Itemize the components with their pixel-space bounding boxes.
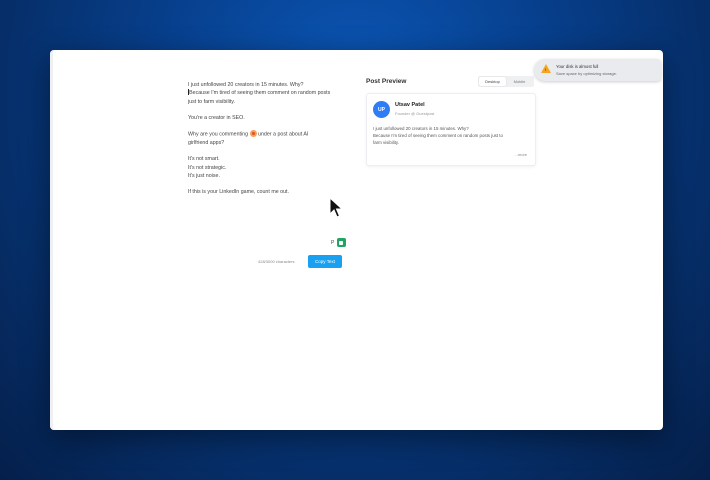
post-preview-card: UP Utsav Patel Founder @ Guestpost I jus… bbox=[366, 93, 536, 166]
notification-title: Your disk is almost full bbox=[556, 64, 599, 69]
warning-mark: ! bbox=[545, 67, 547, 72]
fire-emoji-icon bbox=[249, 130, 257, 138]
editor-paragraph-2: You're a creator in SEO. bbox=[188, 115, 245, 122]
post-editor[interactable]: I just unfollowed 20 creators in 15 minu… bbox=[188, 81, 358, 205]
editor-paragraph-1: I just unfollowed 20 creators in 15 minu… bbox=[188, 82, 331, 105]
disk-full-notification[interactable]: ! Your disk is almost full Save space by… bbox=[534, 59, 661, 81]
editor-paragraph-3: Why are you commenting under a post abou… bbox=[188, 130, 309, 147]
app-window: I just unfollowed 20 creators in 15 minu… bbox=[50, 50, 663, 430]
author-name: Utsav Patel bbox=[395, 102, 425, 108]
avatar: UP bbox=[373, 101, 390, 118]
device-toggle: Desktop Mobile bbox=[478, 76, 534, 87]
preview-title: Post Preview bbox=[366, 78, 407, 85]
meet-extension-icon[interactable] bbox=[337, 238, 346, 247]
character-count: 428/3000 characters bbox=[258, 259, 295, 264]
post-preview-text: I just unfollowed 20 creators in 15 minu… bbox=[373, 126, 503, 145]
p-extension-icon[interactable]: P bbox=[331, 240, 334, 246]
editor-paragraph-5: If this is your LinkedIn game, count me … bbox=[188, 189, 289, 196]
notification-body: Save space by optimizing storage. bbox=[556, 71, 617, 76]
mouse-pointer-icon bbox=[329, 197, 343, 218]
toggle-mobile[interactable]: Mobile bbox=[506, 77, 533, 86]
toggle-desktop[interactable]: Desktop bbox=[479, 77, 506, 86]
copy-text-button[interactable]: Copy Text bbox=[308, 255, 342, 268]
author-role: Founder @ Guestpost bbox=[395, 111, 435, 116]
editor-paragraph-4: It's not smart. It's not strategic. It's… bbox=[188, 156, 227, 180]
see-more-link[interactable]: ...more bbox=[515, 152, 527, 157]
